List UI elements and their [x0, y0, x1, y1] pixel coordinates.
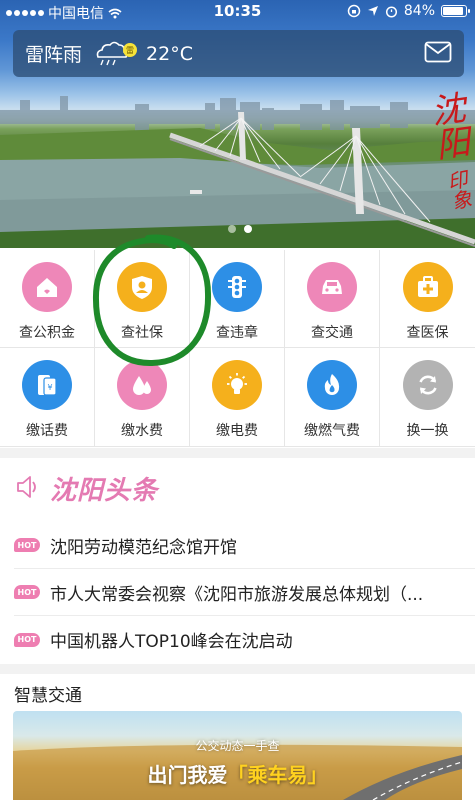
traffic-section-title: 智慧交通: [14, 686, 82, 706]
banner-headline: 出门我爱「乘车易」: [13, 759, 462, 788]
pager-dot-active[interactable]: [244, 225, 252, 233]
banner-highlight-text: 乘车易: [247, 763, 308, 787]
weather-temperature: 22°C: [146, 42, 193, 65]
phone-icon: ¥: [38, 375, 57, 396]
thunderstorm-icon: 雷: [94, 40, 138, 68]
service-label: 查违章: [216, 325, 258, 341]
service-phone-bill[interactable]: ¥ 缴话费: [0, 348, 95, 447]
service-icon-circle: [307, 360, 357, 410]
speaker-icon: [17, 476, 36, 498]
service-icon-circle: [402, 262, 453, 312]
carousel-pager[interactable]: [228, 225, 252, 233]
light-bulb-icon: [227, 373, 247, 394]
service-label: 缴燃气费: [304, 423, 360, 439]
medical-kit-icon: [417, 276, 438, 297]
service-label: 查社保: [121, 325, 163, 341]
hot-badge: HOT: [14, 585, 40, 599]
battery-percent: 84%: [403, 3, 435, 19]
house-icon: [37, 278, 57, 297]
svg-text:¥: ¥: [47, 383, 52, 392]
flame-icon: [324, 374, 340, 395]
service-electricity-bill[interactable]: 缴电费: [190, 348, 285, 447]
service-icon-circle: [402, 360, 453, 410]
traffic-banner[interactable]: 公交动态一手查 出门我爱「乘车易」: [13, 711, 462, 800]
news-header: 沈阳头条: [0, 462, 475, 512]
news-list: HOT 沈阳劳动模范纪念馆开馆 HOT 市人大常委会视察《沈阳市旅游发展总体规划…: [0, 522, 475, 663]
service-label: 缴话费: [26, 423, 68, 439]
location-arrow-icon: [367, 6, 378, 16]
refresh-icon: [418, 375, 437, 395]
section-divider: [0, 664, 475, 674]
status-bar: 中国电信 10:35 84%: [0, 0, 475, 22]
hero-banner[interactable]: 中国电信 10:35 84% 雷阵雨 雷 22°C 沈阳 印象: [0, 0, 475, 248]
service-icon-circle: [117, 262, 167, 312]
pager-dot[interactable]: [228, 225, 236, 233]
alarm-icon: [385, 5, 397, 18]
service-label: 查医保: [406, 325, 449, 341]
service-icon-circle: [212, 360, 262, 410]
hot-badge: HOT: [14, 538, 40, 552]
service-social-security[interactable]: 查社保: [95, 250, 190, 348]
service-icon-circle: [22, 262, 72, 312]
service-icon-circle: [117, 360, 167, 410]
news-title: 沈阳头条: [50, 476, 159, 506]
section-divider: [0, 448, 475, 458]
service-icon-circle: ¥: [22, 360, 72, 410]
service-grid: 查公积金 查社保 查违章 查交通 查医保 ¥ 缴话费 缴水费 缴电费 缴燃气费 …: [0, 250, 475, 448]
service-traffic[interactable]: 查交通: [285, 250, 380, 348]
service-icon-circle: [307, 262, 357, 312]
weather-bar[interactable]: 雷阵雨 雷 22°C: [13, 30, 464, 77]
car-icon: [322, 280, 342, 294]
service-medical-insurance[interactable]: 查医保: [380, 250, 475, 348]
news-headline: 中国机器人TOP10峰会在沈启动: [50, 632, 293, 652]
shield-person-icon: [132, 276, 152, 299]
service-label: 查交通: [311, 325, 353, 341]
service-housing-fund[interactable]: 查公积金: [0, 250, 95, 348]
weather-badge: 雷: [126, 46, 134, 55]
battery-icon: [441, 5, 470, 17]
news-item[interactable]: HOT 中国机器人TOP10峰会在沈启动: [14, 616, 475, 663]
service-gas-bill[interactable]: 缴燃气费: [285, 348, 380, 447]
service-label: 缴水费: [121, 423, 163, 439]
rotation-lock-icon: [347, 4, 361, 18]
hot-badge: HOT: [14, 632, 40, 647]
weather-condition: 雷阵雨: [25, 44, 83, 66]
banner-headline-prefix: 出门我爱: [147, 763, 228, 787]
mail-icon[interactable]: [424, 40, 452, 64]
banner-subtitle: 公交动态一手查: [195, 739, 280, 753]
service-label: 查公积金: [19, 325, 75, 341]
news-headline: 市人大常委会视察《沈阳市旅游发展总体规划（...: [50, 584, 424, 605]
traffic-light-icon: [228, 276, 246, 298]
banner-headline-highlight: 「乘车易」: [227, 763, 328, 787]
service-label: 缴电费: [216, 423, 258, 439]
news-item[interactable]: HOT 沈阳劳动模范纪念馆开馆: [14, 522, 475, 569]
service-icon-circle: [212, 262, 262, 312]
water-drop-icon: [133, 376, 151, 395]
news-item[interactable]: HOT 市人大常委会视察《沈阳市旅游发展总体规划（...: [14, 569, 475, 616]
service-water-bill[interactable]: 缴水费: [95, 348, 190, 447]
news-headline: 沈阳劳动模范纪念馆开馆: [50, 537, 237, 558]
service-refresh[interactable]: 换一换: [380, 348, 475, 447]
service-violations[interactable]: 查违章: [190, 250, 285, 348]
service-label: 换一换: [406, 423, 449, 439]
